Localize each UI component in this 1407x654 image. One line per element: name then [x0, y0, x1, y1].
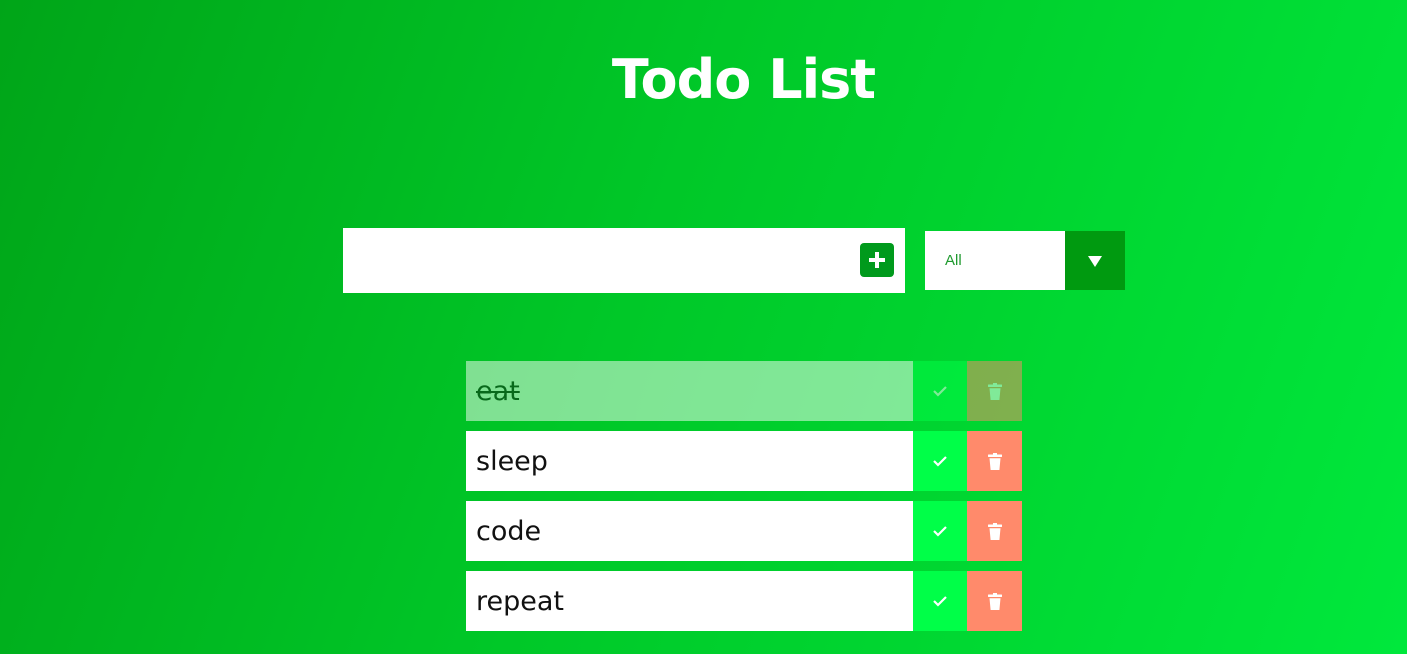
complete-button[interactable] — [913, 571, 967, 631]
todo-list: eat sleep code repeat — [466, 361, 1022, 641]
todo-item: sleep — [466, 431, 1022, 491]
add-todo-button[interactable] — [860, 243, 894, 277]
filter-toggle[interactable] — [1065, 231, 1125, 290]
complete-button[interactable] — [913, 501, 967, 561]
todo-item: repeat — [466, 571, 1022, 631]
check-icon — [933, 386, 947, 397]
todo-text: repeat — [476, 586, 565, 617]
caret-down-icon — [1088, 255, 1102, 267]
check-icon — [933, 456, 947, 467]
plus-icon — [869, 252, 885, 268]
todo-text: sleep — [476, 446, 548, 477]
check-icon — [933, 526, 947, 537]
delete-button[interactable] — [967, 431, 1022, 491]
todo-input[interactable] — [343, 228, 843, 293]
check-icon — [933, 596, 947, 607]
complete-button[interactable] — [913, 361, 967, 421]
trash-icon — [987, 382, 1002, 400]
trash-icon — [987, 522, 1002, 540]
delete-button[interactable] — [967, 571, 1022, 631]
delete-button[interactable] — [967, 361, 1022, 421]
add-todo-form — [343, 228, 905, 293]
todo-item: code — [466, 501, 1022, 561]
page-title: Todo List — [611, 48, 876, 111]
todo-item: eat — [466, 361, 1022, 421]
trash-icon — [987, 592, 1002, 610]
delete-button[interactable] — [967, 501, 1022, 561]
filter-selected-value: All — [945, 252, 962, 269]
todo-text: code — [476, 516, 542, 547]
complete-button[interactable] — [913, 431, 967, 491]
trash-icon — [987, 452, 1002, 470]
filter-select[interactable]: All — [925, 231, 1125, 290]
todo-text: eat — [476, 376, 520, 407]
